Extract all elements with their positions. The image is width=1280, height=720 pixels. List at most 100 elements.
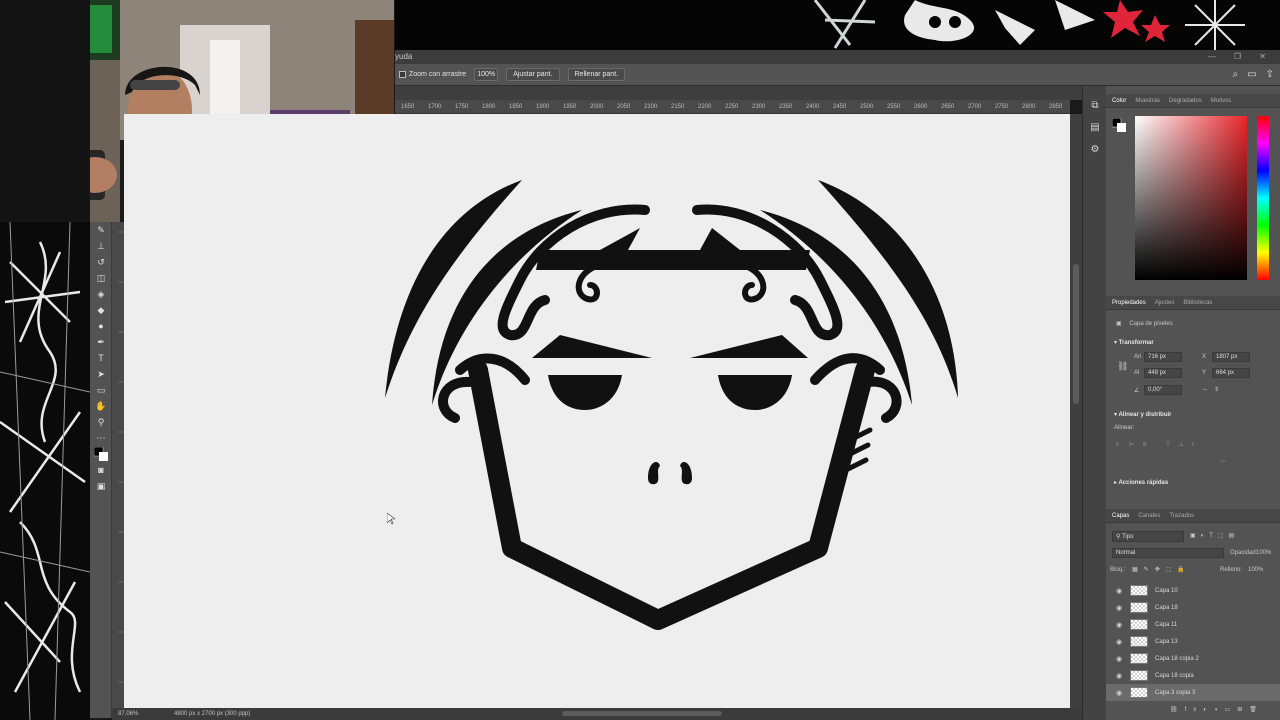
- opacity-label: Opacidad:: [1230, 550, 1258, 556]
- shape-tool-icon[interactable]: ▭: [90, 382, 112, 398]
- angle-field[interactable]: 0,00°: [1144, 385, 1182, 395]
- scroll-thumb[interactable]: [1073, 264, 1079, 404]
- zoom-tool-icon[interactable]: ⚲: [90, 414, 112, 430]
- horizontal-scrollbar[interactable]: [562, 711, 722, 716]
- zoom-100-button[interactable]: 100%: [474, 68, 499, 81]
- eraser-tool-icon[interactable]: ◫: [90, 270, 112, 286]
- layer-row[interactable]: ◉ Capa 10: [1106, 582, 1280, 599]
- blur-tool-icon[interactable]: ◆: [90, 302, 112, 318]
- align-header[interactable]: ▾ Alinear y distribuir: [1114, 411, 1171, 418]
- ruler-tick-label: 2350: [779, 104, 793, 110]
- ruler-tick-label: 2250: [725, 104, 739, 110]
- ruler-tick-label: 2100: [644, 104, 658, 110]
- layer-row[interactable]: ◉ Capa 11: [1106, 616, 1280, 633]
- search-icon[interactable]: ⌕: [1233, 69, 1239, 80]
- tab-libraries[interactable]: Bibliotecas: [1183, 300, 1212, 306]
- hand-tool-icon[interactable]: ✋: [90, 398, 112, 414]
- layer-thumbnail: [1130, 619, 1148, 630]
- adjustments-icon[interactable]: ⚙: [1083, 138, 1107, 160]
- ruler-tick-label: 1900: [536, 104, 550, 110]
- bucket-tool-icon[interactable]: ◈: [90, 286, 112, 302]
- dodge-tool-icon[interactable]: ●: [90, 318, 112, 334]
- layer-row[interactable]: ◉ Capa 18 copia 2: [1106, 650, 1280, 667]
- layer-thumbnail: [1130, 653, 1148, 664]
- layer-row[interactable]: ◉ Capa 13: [1106, 633, 1280, 650]
- y-field[interactable]: 664 px: [1212, 368, 1250, 378]
- properties-icon[interactable]: ▤: [1083, 116, 1107, 138]
- fg-bg-swatch[interactable]: [1111, 117, 1126, 132]
- right-panels: Color Muestras Degradados Motivos Propie…: [1106, 86, 1280, 720]
- color-swatches-icon[interactable]: [90, 446, 112, 462]
- history-brush-icon[interactable]: ↺: [90, 254, 112, 270]
- align-label: Alinear:: [1114, 425, 1135, 431]
- screen-mode-icon[interactable]: ▣: [90, 478, 112, 494]
- layers-tabs: Capas Canales Trazados: [1106, 509, 1280, 523]
- fit-screen-button[interactable]: Ajustar pant.: [506, 68, 560, 81]
- path-select-icon[interactable]: ➤: [90, 366, 112, 382]
- layer-thumbnail: [1130, 636, 1148, 647]
- x-field[interactable]: 1807 px: [1212, 352, 1250, 362]
- share-icon[interactable]: ⇪: [1266, 69, 1274, 80]
- canvas[interactable]: [124, 114, 1070, 708]
- tab-paths[interactable]: Trazados: [1169, 513, 1194, 519]
- layer-row-selected[interactable]: ◉ Capa 3 copia 3: [1106, 684, 1280, 701]
- layer-name: Capa 10: [1155, 587, 1178, 594]
- width-field[interactable]: 716 px: [1144, 352, 1182, 362]
- quick-actions-label: Acciones rápidas: [1118, 480, 1169, 486]
- ruler-tick-label: 1650: [401, 104, 415, 110]
- visibility-eye-icon[interactable]: ◉: [1112, 672, 1126, 680]
- color-picker-field[interactable]: [1135, 116, 1247, 280]
- ruler-tick-label: 1950: [563, 104, 577, 110]
- fill-value[interactable]: 100%: [1248, 567, 1263, 573]
- visibility-eye-icon[interactable]: ◉: [1112, 587, 1126, 595]
- tab-swatches[interactable]: Muestras: [1135, 98, 1160, 104]
- vertical-scrollbar[interactable]: [1070, 114, 1082, 708]
- layer-row[interactable]: ◉ Capa 18: [1106, 599, 1280, 616]
- more-options-icon[interactable]: ⋯: [1220, 458, 1226, 465]
- tab-adjustments[interactable]: Ajustes: [1155, 300, 1175, 306]
- layer-actions-icons[interactable]: ⛓fx◐◑▭⊞🗑: [1170, 706, 1264, 713]
- tab-color[interactable]: Color: [1112, 98, 1126, 104]
- link-icon[interactable]: ⛓: [1117, 361, 1128, 372]
- opacity-value[interactable]: 100%: [1256, 550, 1271, 556]
- tab-channels[interactable]: Canales: [1138, 513, 1160, 519]
- transform-label: Transformar: [1118, 340, 1154, 346]
- zoom-drag-checkbox[interactable]: Zoom con arrastre: [399, 71, 466, 78]
- pen-tool-icon[interactable]: ✒: [90, 334, 112, 350]
- fill-screen-button[interactable]: Rellenar pant.: [567, 68, 626, 81]
- stamp-tool-icon[interactable]: ⊥: [90, 238, 112, 254]
- flip-icons[interactable]: ⇔⇕: [1202, 386, 1225, 393]
- more-tools-icon[interactable]: ⋯: [90, 430, 112, 446]
- zoom-readout[interactable]: 87,06%: [118, 708, 138, 720]
- tab-properties[interactable]: Propiedades: [1112, 300, 1146, 306]
- visibility-eye-icon[interactable]: ◉: [1112, 655, 1126, 663]
- window-controls[interactable]: — ❐ ✕: [1208, 50, 1274, 64]
- height-field[interactable]: 448 px: [1144, 368, 1182, 378]
- visibility-eye-icon[interactable]: ◉: [1112, 638, 1126, 646]
- layer-filter-icons[interactable]: ▣◐T⬚▤: [1190, 532, 1239, 539]
- ruler-tick-label: 2000: [590, 104, 604, 110]
- layer-filter-select[interactable]: ⚲ Tipo: [1112, 531, 1184, 542]
- visibility-eye-icon[interactable]: ◉: [1112, 689, 1126, 697]
- lock-icons[interactable]: ▦✎✥⬚🔒: [1132, 566, 1191, 573]
- hue-slider[interactable]: [1257, 116, 1269, 280]
- type-tool-icon[interactable]: T: [90, 350, 112, 366]
- document-dimensions: 4800 px x 2700 px (300 ppp): [174, 711, 251, 717]
- visibility-eye-icon[interactable]: ◉: [1112, 604, 1126, 612]
- options-bar: Zoom con arrastre 100% Ajustar pant. Rel…: [395, 64, 1280, 86]
- quick-actions-header[interactable]: ▸ Acciones rápidas: [1114, 479, 1168, 486]
- layer-thumbnail: [1130, 602, 1148, 613]
- visibility-eye-icon[interactable]: ◉: [1112, 621, 1126, 629]
- workspace-icon[interactable]: ▭: [1247, 69, 1256, 80]
- brush-tool-icon[interactable]: ✎: [90, 222, 112, 238]
- blend-mode-select[interactable]: Normal: [1112, 548, 1224, 558]
- layer-row[interactable]: ◉ Capa 18 copia: [1106, 667, 1280, 684]
- title-bar: yuda — ❐ ✕: [395, 50, 1280, 64]
- align-buttons-icon[interactable]: ⊩⊨⊪ ⊤⊥⊦: [1116, 441, 1203, 448]
- tab-layers[interactable]: Capas: [1112, 513, 1129, 519]
- history-panel-icon[interactable]: ⧉: [1083, 94, 1107, 116]
- quick-mask-icon[interactable]: ◙: [90, 462, 112, 478]
- transform-header[interactable]: ▾ Transformar: [1114, 339, 1154, 346]
- tab-gradients[interactable]: Degradados: [1169, 98, 1202, 104]
- tab-patterns[interactable]: Motivos: [1211, 98, 1232, 104]
